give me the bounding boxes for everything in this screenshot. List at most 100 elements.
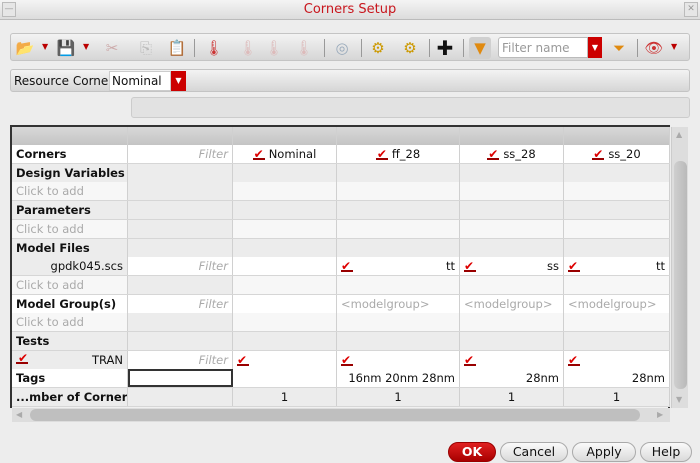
- table-row: gpdk045.scs Filter ✔ tt ✔ ss ✔ tt: [12, 257, 670, 277]
- row-label-text: Model Group(s): [16, 296, 117, 311]
- empty-cell: [337, 219, 460, 238]
- checkbox-checked-icon[interactable]: ✔: [341, 354, 353, 366]
- checkbox-checked-icon[interactable]: ✔: [464, 260, 476, 273]
- checkbox-checked-icon[interactable]: ✔: [252, 148, 265, 160]
- filter-placeholder: Filter: [198, 296, 228, 311]
- disabled-tool-icon[interactable]: ◎: [331, 37, 353, 59]
- row-label-text: ...mber of Corners: [16, 390, 128, 405]
- tags-cell[interactable]: 28nm: [460, 369, 564, 388]
- tags-value: 28nm: [525, 371, 559, 386]
- empty-cell: [564, 219, 670, 238]
- empty-cell: [564, 313, 670, 332]
- copy-icon[interactable]: ⎘: [135, 37, 157, 59]
- close-button[interactable]: ✕: [684, 2, 698, 17]
- cancel-button[interactable]: Cancel: [500, 442, 568, 462]
- scroll-up-icon[interactable]: ▲: [676, 130, 682, 139]
- empty-cell: [233, 238, 337, 257]
- model-section-cell[interactable]: ✔ tt: [337, 257, 460, 276]
- cut-icon[interactable]: ✂: [101, 37, 123, 59]
- view-options-icon[interactable]: 👁: [643, 37, 665, 59]
- empty-cell: [233, 201, 337, 220]
- row-label[interactable]: Click to add: [12, 182, 128, 201]
- row-label-text: Click to add: [16, 315, 84, 330]
- test-enable-cell[interactable]: ✔: [460, 350, 564, 369]
- corner-name: ss_28: [503, 147, 536, 161]
- checkbox-checked-icon[interactable]: ✔: [16, 352, 28, 364]
- checkbox-checked-icon[interactable]: ✔: [487, 148, 500, 160]
- filter-icon[interactable]: ▼: [469, 37, 491, 59]
- row-label[interactable]: Click to add: [12, 275, 128, 294]
- corner-header[interactable]: ✔ ff_28: [337, 145, 460, 163]
- table-row: ✔ TRAN Filter ✔ ✔ ✔ ✔: [12, 350, 670, 370]
- model-group-cell[interactable]: <modelgroup>: [564, 294, 670, 313]
- scroll-right-icon[interactable]: ▶: [657, 410, 663, 419]
- checkbox-checked-icon[interactable]: ✔: [568, 354, 580, 366]
- save-csv-icon[interactable]: 💾: [55, 37, 77, 59]
- checkbox-checked-icon[interactable]: ✔: [237, 354, 249, 366]
- checkbox-checked-icon[interactable]: ✔: [464, 354, 476, 366]
- apply-button[interactable]: Apply: [572, 442, 636, 462]
- filter-name-input[interactable]: Filter name: [498, 37, 588, 58]
- table-row: Tags 16nm 20nm 28nm 28nm 28nm: [12, 369, 670, 389]
- filter-field[interactable]: Filter: [128, 145, 233, 163]
- tags-cell[interactable]: 28nm: [564, 369, 670, 388]
- filter-field[interactable]: Filter: [128, 294, 233, 313]
- corner-header[interactable]: ✔ Nominal: [233, 145, 337, 163]
- test-enable-cell[interactable]: ✔: [233, 350, 337, 369]
- model-group-cell[interactable]: <modelgroup>: [460, 294, 564, 313]
- model-group-cell[interactable]: <modelgroup>: [337, 294, 460, 313]
- open-csv-icon[interactable]: 📂: [14, 37, 36, 59]
- add-icon[interactable]: ✚: [434, 37, 456, 59]
- model-section-cell[interactable]: ✔ tt: [564, 257, 670, 276]
- add-corner-icon[interactable]: 🌡: [203, 37, 225, 59]
- scroll-down-icon[interactable]: ▼: [676, 395, 682, 404]
- checkbox-checked-icon[interactable]: ✔: [375, 148, 388, 160]
- checkbox-checked-icon[interactable]: ✔: [341, 260, 353, 273]
- vertical-scroll-thumb[interactable]: [674, 161, 687, 389]
- row-label-text: Tests: [16, 334, 50, 348]
- row-label[interactable]: Click to add: [12, 313, 128, 332]
- tags-cell[interactable]: 16nm 20nm 28nm: [337, 369, 460, 388]
- checkbox-checked-icon[interactable]: ✔: [568, 260, 580, 273]
- tags-cell[interactable]: [233, 369, 337, 388]
- scroll-left-icon[interactable]: ◀: [16, 410, 22, 419]
- corner-header[interactable]: ✔ ss_28: [460, 145, 564, 163]
- filter-field[interactable]: Filter: [128, 257, 233, 276]
- filter-field[interactable]: Filter: [128, 350, 233, 369]
- horizontal-scrollbar[interactable]: ◀ ▶: [12, 408, 670, 422]
- help-button[interactable]: Help: [640, 442, 692, 462]
- corner-name: Nominal: [268, 147, 317, 161]
- empty-cell: [564, 332, 670, 350]
- corner-name: ss_20: [608, 147, 641, 161]
- move-left-icon[interactable]: 🌡: [293, 37, 315, 59]
- row-label: ✔ TRAN: [12, 350, 128, 369]
- settings-file-icon[interactable]: ⚙: [367, 37, 389, 59]
- filter-dropdown-icon[interactable]: ▼: [588, 37, 602, 58]
- corner-count-cell: 1: [233, 388, 337, 407]
- row-label[interactable]: Click to add: [12, 219, 128, 238]
- ok-button[interactable]: OK: [448, 442, 496, 462]
- checkbox-checked-icon[interactable]: ✔: [592, 148, 605, 160]
- vertical-scrollbar[interactable]: ▲ ▼: [671, 127, 688, 408]
- view-dropdown-icon[interactable]: ▼: [671, 42, 677, 51]
- open-dropdown-icon[interactable]: ▼: [42, 42, 48, 51]
- test-enable-cell[interactable]: ✔: [337, 350, 460, 369]
- clear-filter-icon[interactable]: ⏷: [608, 37, 630, 59]
- move-right-icon[interactable]: 🌡: [263, 37, 285, 59]
- corner-header[interactable]: ✔ ss_20: [564, 145, 670, 163]
- empty-cell: [460, 275, 564, 294]
- model-section: tt: [655, 259, 665, 274]
- horizontal-scroll-thumb[interactable]: [30, 409, 640, 421]
- model-group-cell[interactable]: [233, 294, 337, 313]
- empty-cell: [233, 332, 337, 350]
- model-section-cell[interactable]: [233, 257, 337, 276]
- resource-corner-select[interactable]: Nominal: [109, 71, 171, 91]
- model-section-cell[interactable]: ✔ ss: [460, 257, 564, 276]
- tags-input[interactable]: [128, 369, 233, 388]
- paste-icon[interactable]: 📋: [166, 37, 188, 59]
- save-dropdown-icon[interactable]: ▼: [83, 42, 89, 51]
- settings-files-icon[interactable]: ⚙: [399, 37, 421, 59]
- delete-corner-icon[interactable]: 🌡: [237, 37, 259, 59]
- resource-corner-dropdown-icon[interactable]: ▼: [171, 71, 186, 91]
- test-enable-cell[interactable]: ✔: [564, 350, 670, 369]
